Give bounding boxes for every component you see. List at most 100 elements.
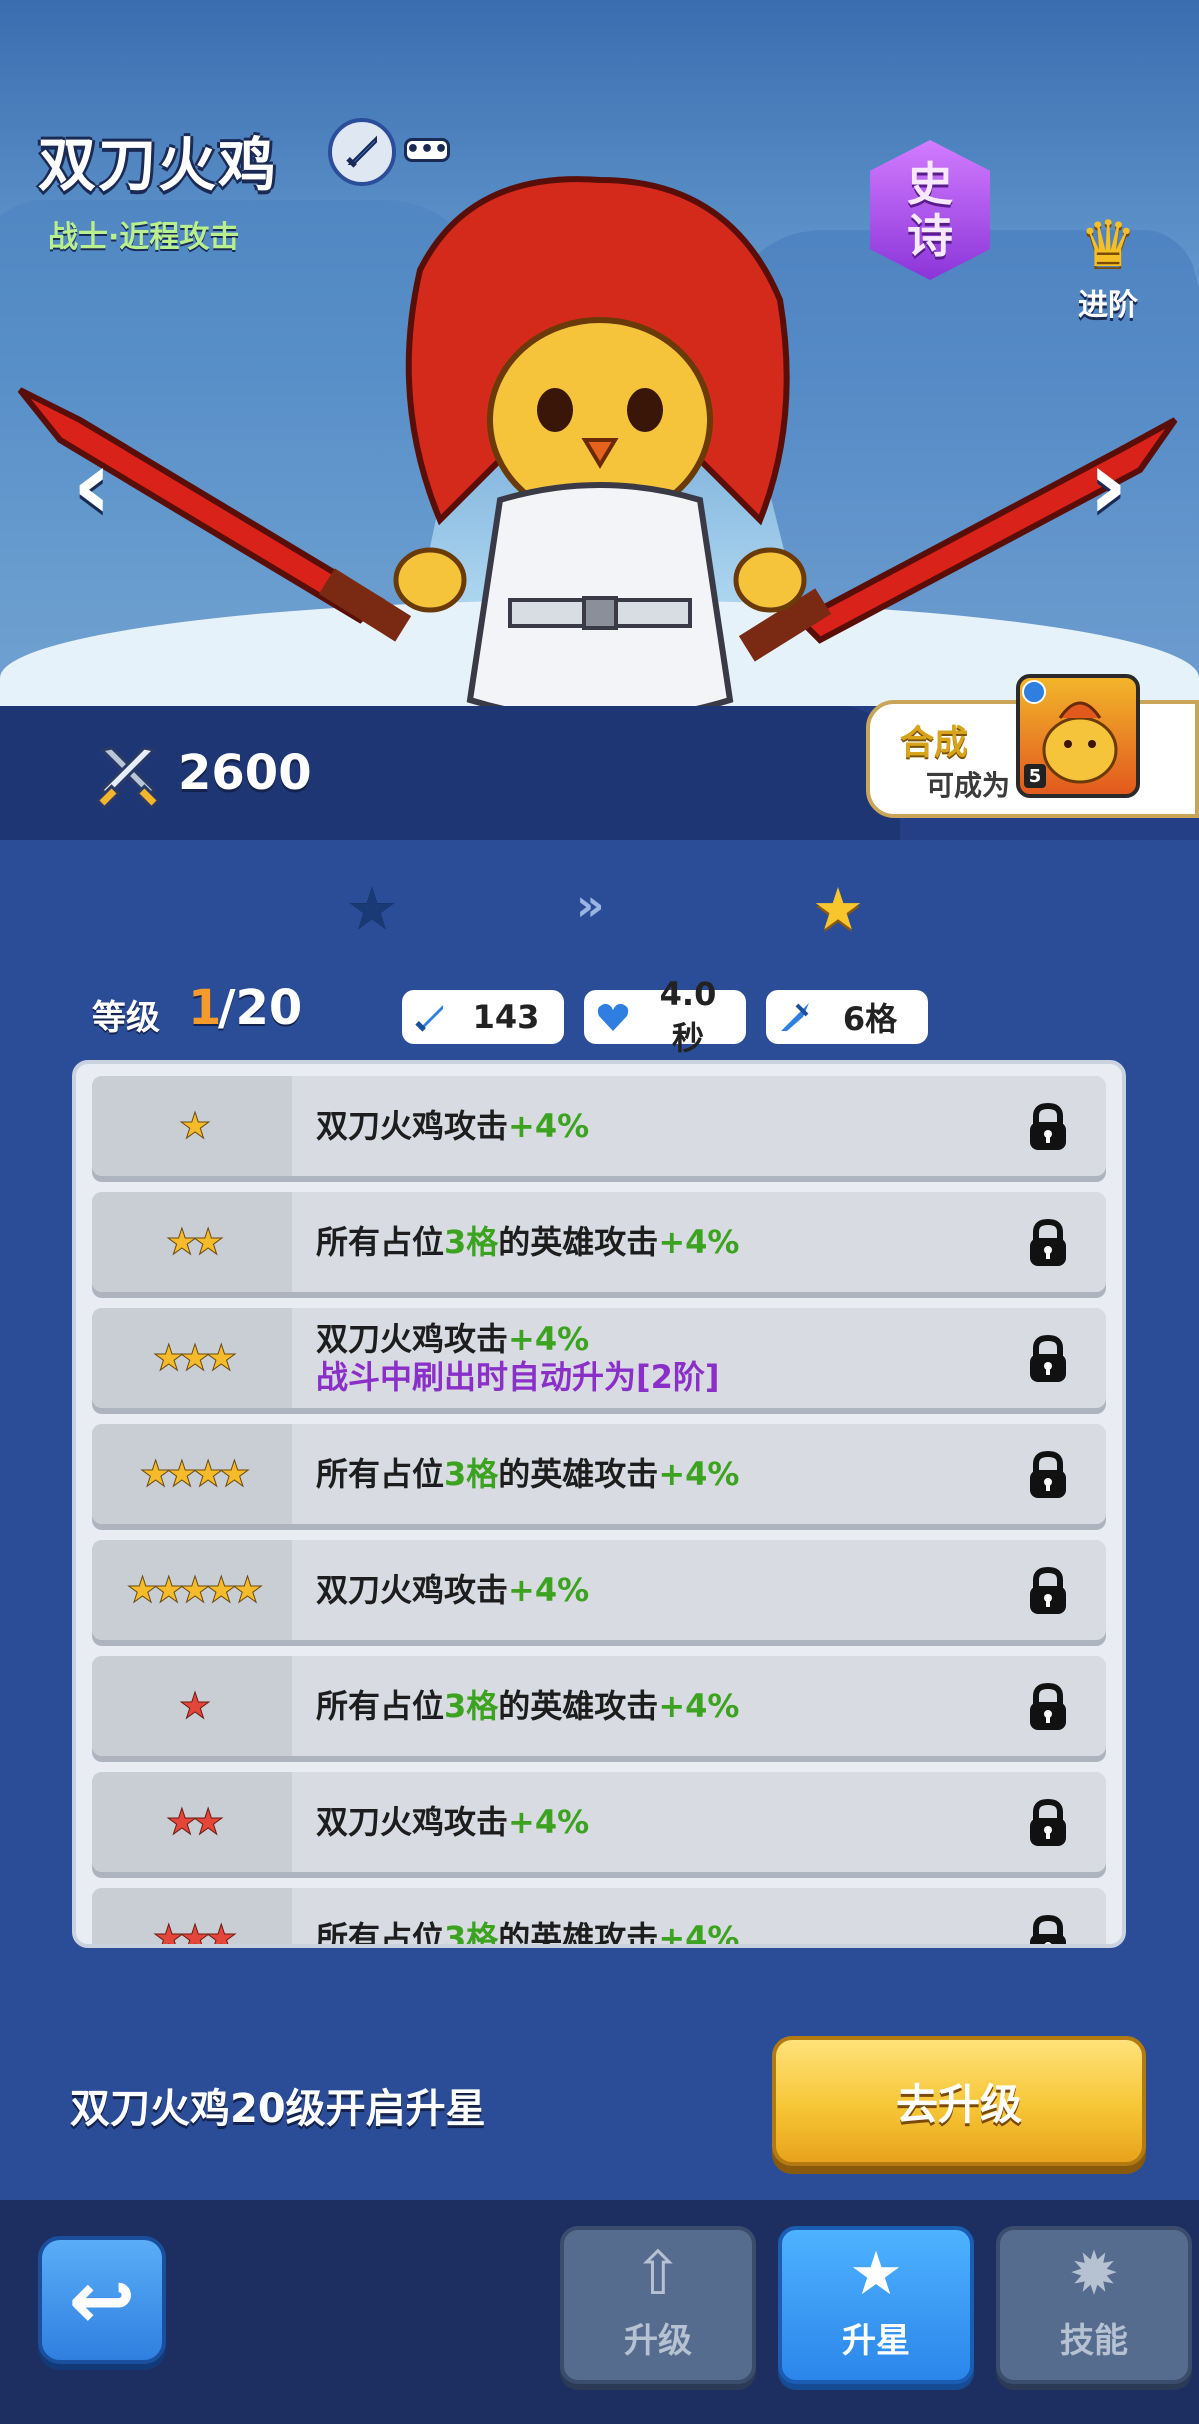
bonus-text-part: 双刀火鸡攻击 [316,1107,509,1145]
star-bonus-text: 所有占位3格的英雄攻击+4% [316,1888,740,1948]
bonus-text-part: 所有占位 [316,1223,445,1261]
star-rating-icon: ★★ [165,1221,224,1263]
tab-skill-label: 技能 [1060,2321,1128,2361]
upgrade-arrow-icon: » [576,880,605,931]
bonus-text-part: +4% [508,1571,590,1609]
star-tier-cell: ★ [92,1076,292,1176]
star-rating-icon: ★★★ [152,1337,238,1379]
star-bonus-text: 双刀火鸡攻击+4% 战斗中刷出时自动升为[2阶] [316,1308,720,1408]
bonus-text-part: +4% [658,1455,740,1493]
star-bonus-row: ★★★★ 所有占位3格的英雄攻击+4% [92,1424,1106,1524]
star-tier-cell: ★★★ [92,1888,292,1948]
star-rating-icon: ★★ [165,1801,224,1843]
heart-icon [592,996,634,1038]
tab-skill[interactable]: ✹ 技能 [996,2226,1192,2384]
bonus-text-part: +4% [658,1687,740,1725]
power-value: 2600 [178,745,312,801]
tab-upgrade[interactable]: ⇧ 升级 [560,2226,756,2384]
merge-target-thumbnail[interactable]: 5 [1016,674,1140,798]
merge-subtitle: 可成为 [926,769,1011,802]
range-icon [774,996,816,1038]
tab-star-up-label: 升星 [842,2321,910,2361]
next-star-icon: ★ [812,875,864,943]
bonus-text-part: 所有占位 [316,1455,445,1493]
bonus-text-part: +4% [508,1107,590,1145]
merge-title: 合成 [900,723,968,763]
back-arrow-icon[interactable]: ↩ [38,2236,166,2364]
stat-range-value: 6格 [842,1000,898,1038]
level-current: 1 [188,980,222,1036]
current-star-icon: ★ [346,875,398,943]
more-options-button[interactable]: ••• [404,138,450,162]
bonus-text-part: 3格 [444,1223,499,1261]
bonus-text-part: 双刀火鸡攻击 [316,1571,509,1609]
class-sword-icon[interactable] [328,118,396,186]
bonus-text-part: 3格 [444,1455,499,1493]
bonus-text-part: 所有占位 [316,1687,445,1725]
bonus-text-part: 所有占位 [316,1919,445,1948]
bonus-text-part: 的英雄攻击 [498,1919,659,1948]
hero-class-subtitle: 战士·近程攻击 [48,220,240,255]
bonus-text-part: 3格 [444,1919,499,1948]
stat-speed-value: 4.0秒 [659,975,717,1057]
hero-name: 双刀火鸡 [38,131,279,199]
lock-icon [1030,1102,1066,1150]
sword-icon [410,996,452,1038]
skill-gear-icon: ✹ [1068,2239,1120,2309]
bonus-text-part: 双刀火鸡攻击 [316,1320,509,1358]
stat-attack: 143 [402,990,564,1044]
stat-range: 6格 [766,990,928,1044]
level-max: /20 [218,980,303,1036]
lock-icon [1030,1914,1066,1944]
star-bonus-row: ★★ 双刀火鸡攻击+4% [92,1772,1106,1872]
lock-icon [1030,1798,1066,1846]
star-rating-icon: ★★★★★ [126,1569,264,1611]
tab-star-up[interactable]: ★ 升星 [778,2226,974,2384]
star-rating-icon: ★★★ [152,1917,238,1948]
eagle-crest-icon: ♛ [1079,208,1137,282]
star-rating-icon: ★ [178,1685,211,1727]
star-tier-cell: ★★ [92,1192,292,1292]
bonus-text-part: 的英雄攻击 [498,1455,659,1493]
star-tier-cell: ★★ [92,1772,292,1872]
bonus-text-part: 双刀火鸡攻击 [316,1803,509,1841]
rarity-line2: 诗 [907,209,953,263]
star-bonus-text: 双刀火鸡攻击+4% [316,1076,589,1176]
star-bonus-row: ★★★★★ 双刀火鸡攻击+4% [92,1540,1106,1640]
star-bonus-row: ★ 所有占位3格的英雄攻击+4% [92,1656,1106,1756]
bonus-text-part: +4% [658,1919,740,1948]
tab-upgrade-label: 升级 [624,2321,692,2361]
bonus-text-part: 的英雄攻击 [498,1223,659,1261]
star-rating-icon: ★★★★ [139,1453,251,1495]
star-tier-cell: ★★★ [92,1308,292,1408]
star-bonus-row: ★★ 所有占位3格的英雄攻击+4% [92,1192,1106,1292]
star-rating-icon: ★ [178,1105,211,1147]
advance-button[interactable]: ♛ 进阶 [1048,210,1168,330]
star-bonus-text: 所有占位3格的英雄攻击+4% [316,1656,739,1756]
merge-thumb-badge: 5 [1029,766,1042,787]
star-bonus-text: 所有占位3格的英雄攻击+4% [316,1424,739,1524]
rarity-line1: 史 [907,157,953,211]
star-tier-cell: ★ [92,1656,292,1756]
bonus-text-part: +4% [508,1320,590,1358]
stat-attack-value: 143 [472,998,540,1036]
prev-hero-arrow-icon[interactable]: ‹ [62,437,122,533]
lock-icon [1030,1566,1066,1614]
lock-icon [1030,1218,1066,1266]
star-tab-icon: ★ [849,2239,903,2309]
star-bonus-row: ★ 双刀火鸡攻击+4% [92,1076,1106,1176]
lock-icon [1030,1682,1066,1730]
bonus-text-part: 3格 [444,1687,499,1725]
star-bonus-row: ★★★ 所有占位3格的英雄攻击+4% [92,1888,1106,1948]
next-hero-arrow-icon[interactable]: › [1078,437,1138,533]
unlock-hint: 双刀火鸡20级开启升星 [70,2086,486,2132]
star-bonus-list[interactable]: ★ 双刀火鸡攻击+4% ★★ 所有占位3格的英雄攻击+4% ★★★ 双刀火鸡攻击+4% 战斗… [72,1060,1126,1948]
level-label: 等级 [92,998,160,1038]
star-bonus-text: 所有占位3格的英雄攻击+4% [316,1192,739,1292]
upgrade-arrows-icon: ⇧ [632,2239,684,2309]
bonus-extra-effect: 战斗中刷出时自动升为[2阶] [316,1358,720,1396]
go-upgrade-button[interactable]: 去升级 [772,2036,1146,2166]
stat-speed: 4.0秒 [584,975,746,1057]
crossed-swords-icon [95,746,161,810]
star-bonus-text: 双刀火鸡攻击+4% [316,1772,589,1872]
